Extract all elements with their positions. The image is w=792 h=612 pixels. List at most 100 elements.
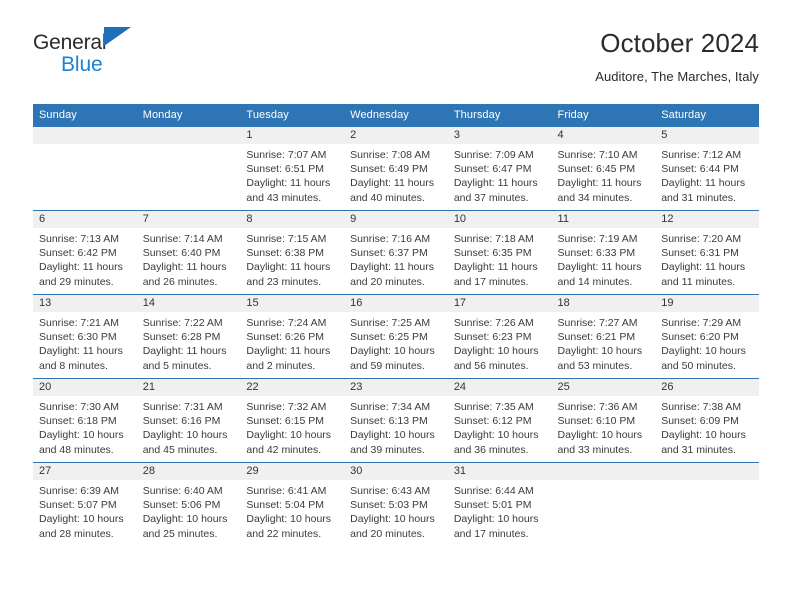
calendar-day-cell[interactable]: 12 Sunrise: 7:20 AM Sunset: 6:31 PM Dayligh… — [655, 210, 759, 295]
daylight-duration-line2: and 36 minutes. — [453, 443, 529, 456]
daylight-duration-line2: and 28 minutes. — [39, 527, 114, 540]
sunrise-time: Sunrise: 7:12 AM — [661, 149, 742, 161]
calendar-day-cell[interactable]: 27 Sunrise: 6:39 AM Sunset: 5:07 PM Dayligh… — [33, 462, 137, 546]
calendar-day-cell[interactable]: 14 Sunrise: 7:22 AM Sunset: 6:28 PM Dayligh… — [136, 294, 241, 379]
title-block: October 2024 Auditore, The Marches, Ital… — [595, 26, 759, 85]
sunrise-time: Sunrise: 7:20 AM — [661, 233, 742, 245]
day-number: 24 — [447, 379, 552, 396]
day-number: 10 — [447, 211, 552, 228]
daylight-duration-line1: Daylight: 11 hours — [142, 345, 227, 358]
daylight-duration-line2: and 39 minutes. — [350, 443, 425, 456]
calendar-day-cell-empty — [655, 462, 759, 546]
sunrise-time: Sunrise: 7:10 AM — [557, 149, 638, 161]
daylight-duration-line2: and 31 minutes. — [661, 191, 736, 204]
calendar-day-cell[interactable]: 15 Sunrise: 7:24 AM Sunset: 6:26 PM Dayligh… — [240, 294, 345, 379]
calendar-day-cell[interactable]: 7 Sunrise: 7:14 AM Sunset: 6:40 PM Daylight… — [136, 210, 241, 295]
day-number: 31 — [447, 463, 552, 480]
calendar-day-cell[interactable]: 17 Sunrise: 7:26 AM Sunset: 6:23 PM Dayligh… — [447, 294, 552, 379]
day-number: 29 — [240, 463, 345, 480]
day-details: Sunrise: 7:36 AM Sunset: 6:10 PM Daylight:… — [552, 396, 656, 457]
daylight-duration-line1: Daylight: 10 hours — [661, 345, 746, 358]
day-details: Sunrise: 6:41 AM Sunset: 5:04 PM Daylight:… — [240, 480, 344, 541]
day-number: 21 — [136, 379, 241, 396]
calendar-day-cell[interactable]: 13 Sunrise: 7:21 AM Sunset: 6:30 PM Dayligh… — [33, 294, 137, 379]
calendar-day-cell[interactable]: 4 Sunrise: 7:10 AM Sunset: 6:45 PM Daylight… — [551, 126, 656, 211]
daylight-duration-line2: and 26 minutes. — [142, 275, 218, 288]
daylight-duration-line2: and 25 minutes. — [142, 527, 218, 540]
sunrise-time: Sunrise: 6:44 AM — [453, 485, 534, 497]
calendar-day-cell[interactable]: 18 Sunrise: 7:27 AM Sunset: 6:21 PM Dayligh… — [551, 294, 656, 379]
page-header: General Blue October 2024 Auditore, The … — [33, 26, 759, 94]
sunset-time: Sunset: 6:33 PM — [557, 247, 636, 260]
daylight-duration-line2: and 59 minutes. — [350, 359, 425, 372]
calendar-day-cell[interactable]: 28 Sunrise: 6:40 AM Sunset: 5:06 PM Dayligh… — [136, 462, 241, 546]
calendar-day-cell[interactable]: 22 Sunrise: 7:32 AM Sunset: 6:15 PM Dayligh… — [240, 378, 345, 463]
calendar-header-row: Sunday Monday Tuesday Wednesday Thursday… — [33, 104, 759, 127]
sunset-time: Sunset: 5:03 PM — [350, 499, 428, 512]
sunset-time: Sunset: 6:20 PM — [661, 331, 739, 344]
day-details: Sunrise: 7:38 AM Sunset: 6:09 PM Daylight:… — [655, 396, 759, 457]
day-details: Sunrise: 7:35 AM Sunset: 6:12 PM Daylight:… — [448, 396, 552, 457]
calendar-day-cell[interactable]: 31 Sunrise: 6:44 AM Sunset: 5:01 PM Dayligh… — [447, 462, 552, 546]
day-number: 18 — [551, 295, 656, 312]
sunrise-time: Sunrise: 7:21 AM — [39, 317, 119, 329]
sunset-time: Sunset: 6:42 PM — [39, 247, 117, 260]
calendar-day-cell[interactable]: 5 Sunrise: 7:12 AM Sunset: 6:44 PM Daylight… — [655, 126, 759, 211]
weekday-header-thursday: Thursday — [447, 104, 552, 127]
calendar-day-cell[interactable]: 10 Sunrise: 7:18 AM Sunset: 6:35 PM Dayligh… — [447, 210, 552, 295]
calendar-day-cell[interactable]: 1 Sunrise: 7:07 AM Sunset: 6:51 PM Daylight… — [240, 126, 345, 211]
calendar-day-cell-empty — [33, 126, 137, 211]
sunset-time: Sunset: 6:37 PM — [350, 247, 428, 260]
sunset-time: Sunset: 6:47 PM — [453, 163, 532, 176]
day-number: 13 — [33, 295, 137, 312]
day-number — [551, 463, 656, 480]
day-number — [33, 127, 137, 144]
daylight-duration-line1: Daylight: 11 hours — [350, 261, 434, 274]
daylight-duration-line1: Daylight: 11 hours — [246, 177, 331, 190]
weekday-header-saturday: Saturday — [655, 104, 759, 127]
daylight-duration-line2: and 11 minutes. — [661, 275, 736, 288]
sunset-time: Sunset: 5:01 PM — [453, 499, 532, 512]
calendar-day-cell[interactable]: 29 Sunrise: 6:41 AM Sunset: 5:04 PM Dayligh… — [240, 462, 345, 546]
day-details: Sunrise: 7:24 AM Sunset: 6:26 PM Daylight:… — [240, 312, 344, 373]
brand-name-blue: Blue — [61, 53, 103, 76]
daylight-duration-line2: and 43 minutes. — [246, 191, 322, 204]
day-number: 17 — [447, 295, 552, 312]
day-number: 2 — [344, 127, 448, 144]
day-details: Sunrise: 6:43 AM Sunset: 5:03 PM Daylight:… — [344, 480, 448, 541]
calendar-day-cell[interactable]: 2 Sunrise: 7:08 AM Sunset: 6:49 PM Daylight… — [344, 126, 448, 211]
day-details: Sunrise: 7:29 AM Sunset: 6:20 PM Daylight:… — [655, 312, 759, 373]
daylight-duration-line2: and 56 minutes. — [453, 359, 529, 372]
day-details: Sunrise: 7:19 AM Sunset: 6:33 PM Daylight:… — [552, 228, 656, 289]
calendar-day-cell[interactable]: 21 Sunrise: 7:31 AM Sunset: 6:16 PM Dayligh… — [136, 378, 241, 463]
calendar-day-cell[interactable]: 25 Sunrise: 7:36 AM Sunset: 6:10 PM Dayligh… — [551, 378, 656, 463]
day-number: 19 — [655, 295, 759, 312]
daylight-duration-line2: and 48 minutes. — [39, 443, 114, 456]
calendar-day-cell[interactable]: 23 Sunrise: 7:34 AM Sunset: 6:13 PM Dayligh… — [344, 378, 448, 463]
calendar-day-cell[interactable]: 19 Sunrise: 7:29 AM Sunset: 6:20 PM Dayligh… — [655, 294, 759, 379]
calendar-day-cell[interactable]: 6 Sunrise: 7:13 AM Sunset: 6:42 PM Daylight… — [33, 210, 137, 295]
calendar-day-cell[interactable]: 9 Sunrise: 7:16 AM Sunset: 6:37 PM Daylight… — [344, 210, 448, 295]
day-details: Sunrise: 7:12 AM Sunset: 6:44 PM Daylight:… — [655, 144, 759, 205]
calendar-body: 1 Sunrise: 7:07 AM Sunset: 6:51 PM Daylight… — [33, 126, 759, 546]
sunset-time: Sunset: 6:18 PM — [39, 415, 117, 428]
day-number: 12 — [655, 211, 759, 228]
calendar-day-cell[interactable]: 8 Sunrise: 7:15 AM Sunset: 6:38 PM Daylight… — [240, 210, 345, 295]
sunrise-time: Sunrise: 7:19 AM — [557, 233, 638, 245]
calendar-day-cell[interactable]: 3 Sunrise: 7:09 AM Sunset: 6:47 PM Daylight… — [447, 126, 552, 211]
page-title: October 2024 — [600, 28, 759, 58]
sunset-time: Sunset: 6:26 PM — [246, 331, 325, 344]
calendar-day-cell[interactable]: 20 Sunrise: 7:30 AM Sunset: 6:18 PM Dayligh… — [33, 378, 137, 463]
calendar-day-cell[interactable]: 26 Sunrise: 7:38 AM Sunset: 6:09 PM Dayligh… — [655, 378, 759, 463]
calendar-grid: Sunday Monday Tuesday Wednesday Thursday… — [33, 104, 759, 546]
daylight-duration-line2: and 53 minutes. — [557, 359, 633, 372]
daylight-duration-line2: and 31 minutes. — [661, 443, 736, 456]
calendar-day-cell[interactable]: 24 Sunrise: 7:35 AM Sunset: 6:12 PM Dayligh… — [447, 378, 552, 463]
daylight-duration-line1: Daylight: 10 hours — [661, 429, 746, 442]
calendar-week-row: 20 Sunrise: 7:30 AM Sunset: 6:18 PM Dayligh… — [33, 378, 759, 463]
calendar-day-cell[interactable]: 30 Sunrise: 6:43 AM Sunset: 5:03 PM Dayligh… — [344, 462, 448, 546]
sunset-time: Sunset: 6:16 PM — [142, 415, 221, 428]
calendar-day-cell[interactable]: 11 Sunrise: 7:19 AM Sunset: 6:33 PM Dayligh… — [551, 210, 656, 295]
calendar-day-cell[interactable]: 16 Sunrise: 7:25 AM Sunset: 6:25 PM Dayligh… — [344, 294, 448, 379]
sunset-time: Sunset: 6:30 PM — [39, 331, 117, 344]
